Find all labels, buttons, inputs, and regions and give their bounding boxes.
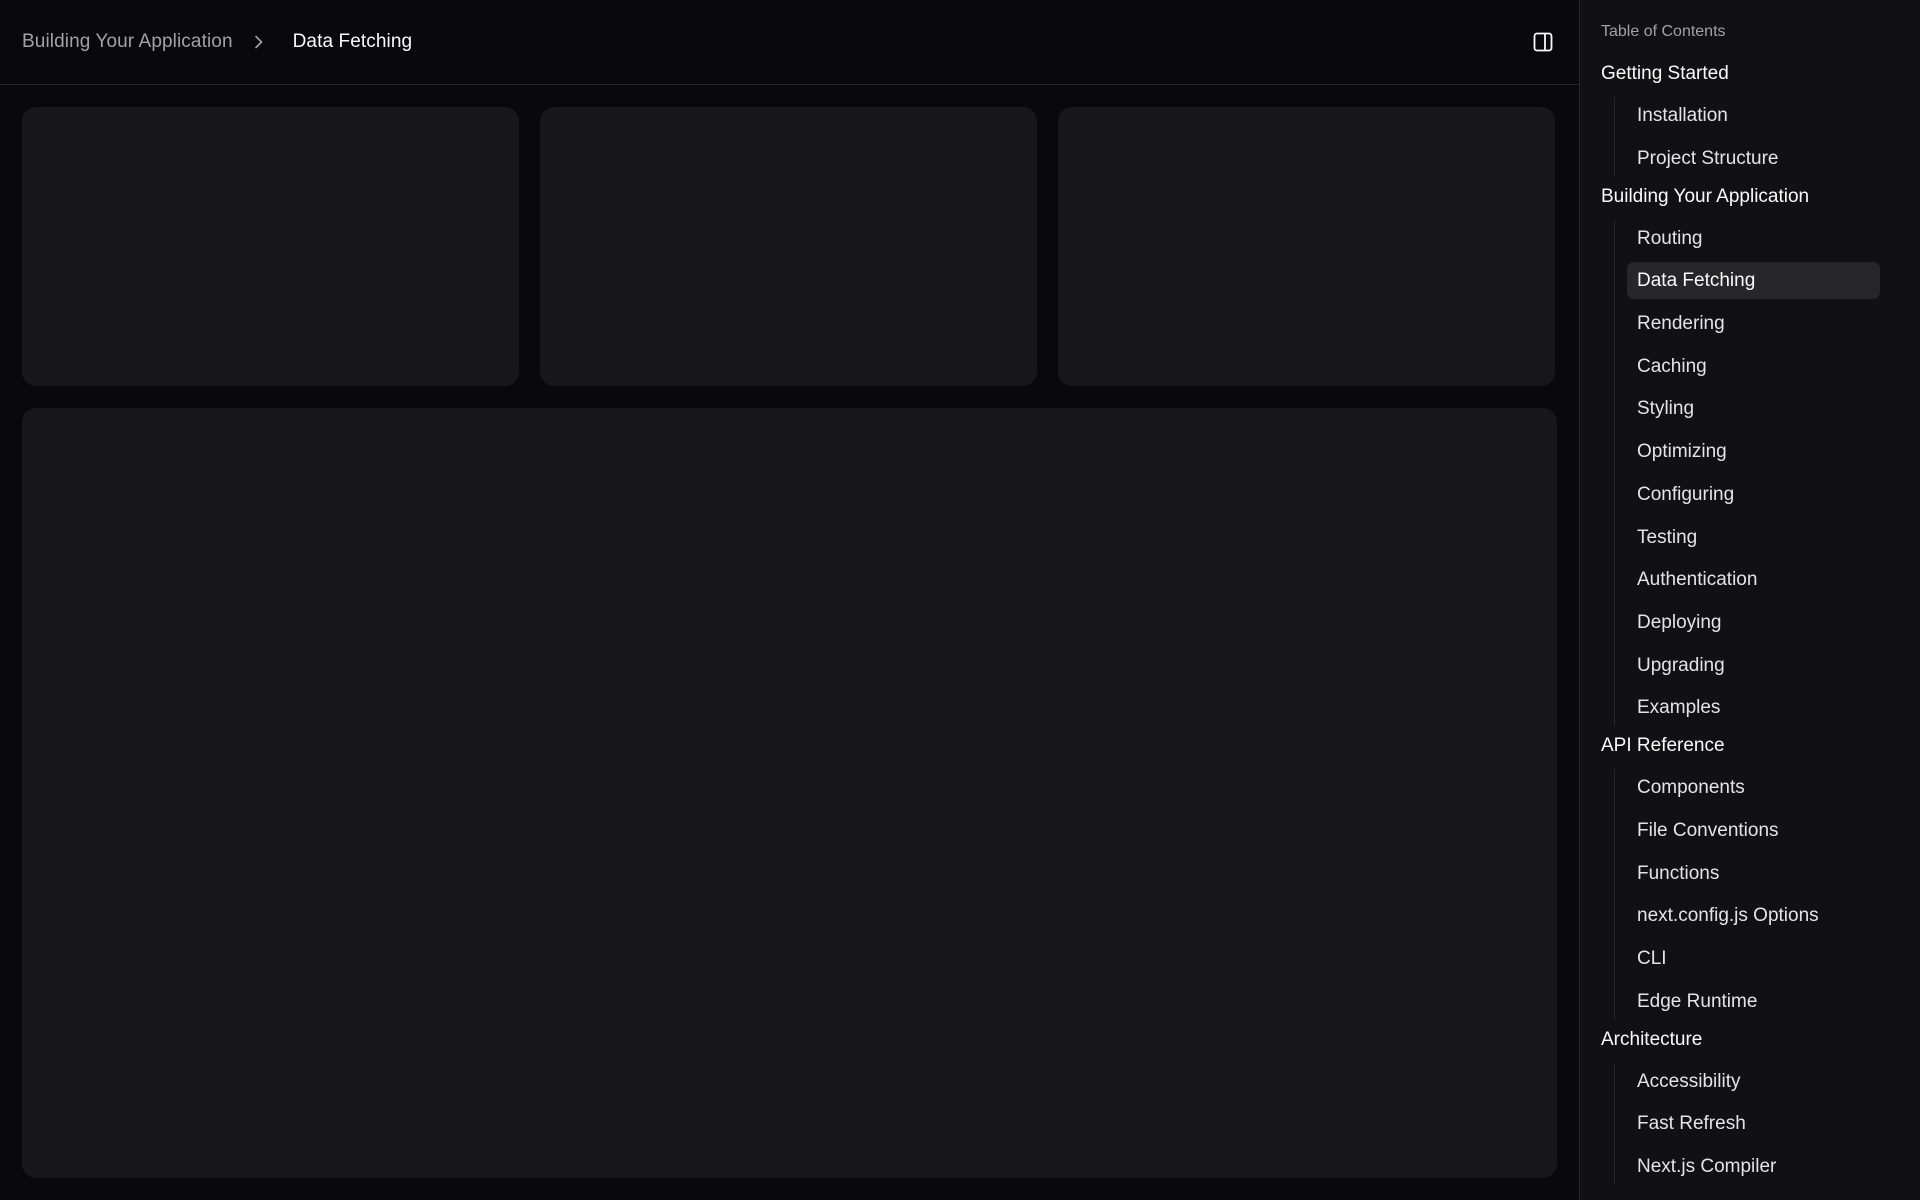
placeholder-card — [22, 107, 519, 386]
placeholder-panel — [22, 408, 1557, 1178]
toc-section-api-reference: API Reference Components File Convention… — [1580, 732, 1920, 1020]
toc-item-project-structure[interactable]: Project Structure — [1627, 140, 1880, 177]
toc-section-title[interactable]: Building Your Application — [1580, 183, 1920, 213]
table-of-contents-sidebar: Table of Contents Getting Started Instal… — [1579, 0, 1920, 1200]
breadcrumb-current: Data Fetching — [292, 31, 413, 52]
toc-item-fast-refresh[interactable]: Fast Refresh — [1627, 1105, 1880, 1142]
toc-item-edge-runtime[interactable]: Edge Runtime — [1627, 983, 1880, 1020]
toc-item-deploying[interactable]: Deploying — [1627, 604, 1880, 641]
placeholder-card — [1058, 107, 1555, 386]
toc-item-rendering[interactable]: Rendering — [1627, 305, 1880, 342]
toc-section-title[interactable]: API Reference — [1580, 732, 1920, 762]
page-header: Building Your Application Data Fetching — [0, 0, 1579, 85]
toc-section-building-your-application: Building Your Application Routing Data F… — [1580, 183, 1920, 727]
toc-section-getting-started: Getting Started Installation Project Str… — [1580, 60, 1920, 177]
toc-item-nextjs-compiler[interactable]: Next.js Compiler — [1627, 1148, 1880, 1185]
app-root: Building Your Application Data Fetching … — [0, 0, 1920, 1200]
toc-item-list: Installation Project Structure — [1614, 97, 1920, 177]
toc-item-cli[interactable]: CLI — [1627, 940, 1880, 977]
toc-item-optimizing[interactable]: Optimizing — [1627, 433, 1880, 470]
panel-right-icon[interactable] — [1531, 30, 1555, 54]
toc-section-title[interactable]: Architecture — [1580, 1026, 1920, 1056]
card-row — [22, 107, 1555, 386]
main-content: Building Your Application Data Fetching — [0, 0, 1579, 1200]
toc-item-installation[interactable]: Installation — [1627, 97, 1880, 134]
toc-item-functions[interactable]: Functions — [1627, 855, 1880, 892]
toc-item-next-config-options[interactable]: next.config.js Options — [1627, 897, 1880, 934]
toc-item-list: Routing Data Fetching Rendering Caching … — [1614, 219, 1920, 727]
placeholder-card — [540, 107, 1037, 386]
toc-item-accessibility[interactable]: Accessibility — [1627, 1063, 1880, 1100]
toc-item-routing[interactable]: Routing — [1627, 220, 1880, 257]
toc-section-title[interactable]: Getting Started — [1580, 60, 1920, 90]
toc-item-file-conventions[interactable]: File Conventions — [1627, 812, 1880, 849]
toc-item-caching[interactable]: Caching — [1627, 348, 1880, 385]
toc-item-authentication[interactable]: Authentication — [1627, 561, 1880, 598]
toc-item-examples[interactable]: Examples — [1627, 689, 1880, 726]
toc-item-upgrading[interactable]: Upgrading — [1627, 647, 1880, 684]
toc-item-data-fetching[interactable]: Data Fetching — [1627, 262, 1880, 300]
breadcrumb-parent-link[interactable]: Building Your Application — [22, 31, 233, 53]
toc-item-components[interactable]: Components — [1627, 769, 1880, 806]
toc-title: Table of Contents — [1601, 23, 1726, 40]
toc-item-list: Accessibility Fast Refresh Next.js Compi… — [1614, 1062, 1920, 1186]
chevron-right-icon — [245, 32, 273, 52]
toc-section-architecture: Architecture Accessibility Fast Refresh … — [1580, 1026, 1920, 1186]
toc-item-testing[interactable]: Testing — [1627, 519, 1880, 556]
toc-item-configuring[interactable]: Configuring — [1627, 476, 1880, 513]
toc-item-styling[interactable]: Styling — [1627, 390, 1880, 427]
toc-item-list: Components File Conventions Functions ne… — [1614, 769, 1920, 1020]
